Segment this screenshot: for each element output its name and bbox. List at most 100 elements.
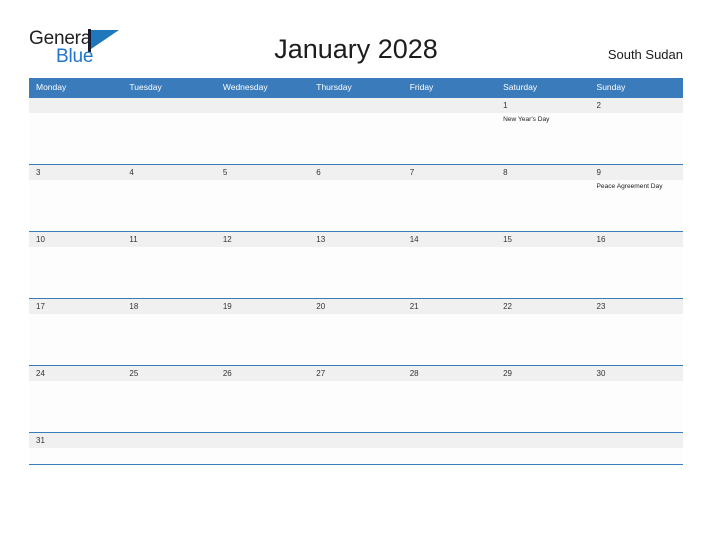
day-cell[interactable] (496, 180, 589, 231)
day-cell[interactable] (29, 113, 122, 164)
day-cell[interactable] (122, 314, 215, 365)
day-cell[interactable] (590, 381, 683, 432)
day-cell[interactable] (122, 247, 215, 298)
day-cell[interactable] (29, 180, 122, 231)
day-number[interactable] (122, 98, 215, 113)
day-cell[interactable] (590, 113, 683, 164)
day-cell[interactable] (309, 314, 402, 365)
day-number[interactable]: 30 (590, 366, 683, 381)
day-cell[interactable] (216, 314, 309, 365)
day-cell[interactable] (403, 448, 496, 464)
weekday-header-sunday: Sunday (596, 82, 626, 92)
day-cell[interactable] (216, 247, 309, 298)
week-body (29, 247, 683, 298)
day-number[interactable]: 18 (122, 299, 215, 314)
day-number[interactable] (403, 433, 496, 448)
week-row: 1 2 New Year's Day (29, 97, 683, 164)
day-cell[interactable] (496, 448, 589, 464)
day-number[interactable]: 16 (590, 232, 683, 247)
day-cell[interactable] (590, 314, 683, 365)
day-cell[interactable] (309, 180, 402, 231)
day-number[interactable] (590, 433, 683, 448)
day-cell[interactable]: New Year's Day (496, 113, 589, 164)
day-number[interactable]: 14 (403, 232, 496, 247)
day-number[interactable]: 21 (403, 299, 496, 314)
day-cell[interactable] (309, 448, 402, 464)
day-cell[interactable] (216, 180, 309, 231)
day-cell[interactable] (590, 448, 683, 464)
day-cell[interactable] (29, 314, 122, 365)
day-number[interactable]: 22 (496, 299, 589, 314)
day-cell[interactable] (29, 381, 122, 432)
day-cell[interactable] (29, 448, 122, 464)
page-title: January 2028 (274, 34, 438, 64)
calendar-bottom-border (29, 464, 683, 465)
day-cell[interactable] (29, 247, 122, 298)
day-number[interactable]: 27 (309, 366, 402, 381)
day-number[interactable]: 9 (590, 165, 683, 180)
day-number[interactable] (496, 433, 589, 448)
day-number[interactable]: 23 (590, 299, 683, 314)
week-row: 31 (29, 432, 683, 464)
day-number[interactable] (309, 433, 402, 448)
day-number[interactable]: 1 (496, 98, 589, 113)
day-cell[interactable] (403, 381, 496, 432)
day-cell[interactable] (122, 448, 215, 464)
weekday-header-tuesday: Tuesday (129, 82, 162, 92)
day-event: New Year's Day (503, 116, 550, 123)
week-date-strip: 31 (29, 433, 683, 448)
day-number[interactable] (309, 98, 402, 113)
day-number[interactable] (403, 98, 496, 113)
day-number[interactable]: 13 (309, 232, 402, 247)
day-cell[interactable] (309, 381, 402, 432)
day-cell[interactable] (216, 448, 309, 464)
day-number[interactable]: 12 (216, 232, 309, 247)
day-cell[interactable] (309, 113, 402, 164)
day-number[interactable]: 17 (29, 299, 122, 314)
day-number[interactable]: 7 (403, 165, 496, 180)
week-row: 3 4 5 6 7 8 9 Peace Agreement Day (29, 164, 683, 231)
general-blue-logo[interactable]: General Blue (29, 28, 159, 72)
day-number[interactable]: 20 (309, 299, 402, 314)
day-number[interactable]: 6 (309, 165, 402, 180)
day-cell[interactable] (122, 113, 215, 164)
day-cell[interactable] (122, 180, 215, 231)
day-number[interactable] (216, 98, 309, 113)
day-number[interactable]: 28 (403, 366, 496, 381)
week-body: New Year's Day (29, 113, 683, 164)
day-number[interactable] (216, 433, 309, 448)
day-cell[interactable] (216, 381, 309, 432)
day-number[interactable]: 3 (29, 165, 122, 180)
day-number[interactable] (122, 433, 215, 448)
day-cell[interactable]: Peace Agreement Day (590, 180, 683, 231)
day-number[interactable] (29, 98, 122, 113)
day-cell[interactable] (403, 314, 496, 365)
day-cell[interactable] (590, 247, 683, 298)
day-cell[interactable] (496, 314, 589, 365)
day-cell[interactable] (403, 247, 496, 298)
day-cell[interactable] (216, 113, 309, 164)
day-cell[interactable] (403, 113, 496, 164)
day-cell[interactable] (496, 381, 589, 432)
day-number[interactable]: 8 (496, 165, 589, 180)
day-number[interactable]: 25 (122, 366, 215, 381)
day-number[interactable]: 19 (216, 299, 309, 314)
day-cell[interactable] (403, 180, 496, 231)
weekday-header-saturday: Saturday (503, 82, 538, 92)
day-number[interactable]: 11 (122, 232, 215, 247)
week-body: Peace Agreement Day (29, 180, 683, 231)
day-cell[interactable] (496, 247, 589, 298)
day-number[interactable]: 5 (216, 165, 309, 180)
day-cell[interactable] (309, 247, 402, 298)
weekday-header-friday: Friday (409, 82, 434, 92)
day-number[interactable]: 10 (29, 232, 122, 247)
day-number[interactable]: 29 (496, 366, 589, 381)
week-row: 24 25 26 27 28 29 30 (29, 365, 683, 432)
day-number[interactable]: 31 (29, 433, 122, 448)
day-cell[interactable] (122, 381, 215, 432)
day-number[interactable]: 26 (216, 366, 309, 381)
day-number[interactable]: 4 (122, 165, 215, 180)
day-number[interactable]: 15 (496, 232, 589, 247)
day-number[interactable]: 24 (29, 366, 122, 381)
day-number[interactable]: 2 (590, 98, 683, 113)
